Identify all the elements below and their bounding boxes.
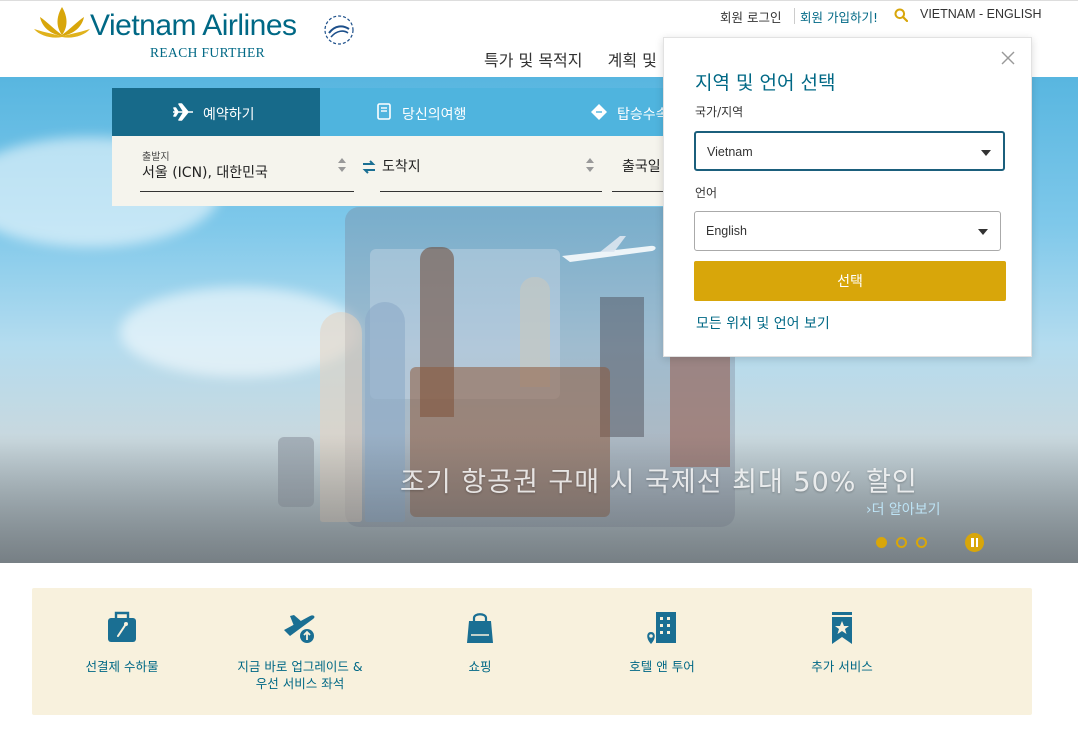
language-label: 언어 <box>695 186 718 200</box>
booking-fields: 출발지 서울 (ICN), 대한민국 도착지 출국일 <box>112 136 672 206</box>
airplane-illustration <box>562 236 656 262</box>
service-shopping[interactable]: 쇼핑 <box>390 588 570 715</box>
luggage-icon <box>108 611 136 642</box>
origin-field[interactable]: 출발지 서울 (ICN), 대한민국 <box>140 152 354 192</box>
tab-check-in-label: 탑승수속 <box>617 107 669 123</box>
hotel-icon <box>647 612 676 644</box>
service-label: 호텔 앤 투어 <box>629 659 695 674</box>
shopping-bag-icon <box>467 613 493 643</box>
sort-arrows-icon <box>338 158 346 172</box>
language-select[interactable]: English <box>694 211 1001 251</box>
slide-dot-1[interactable] <box>876 537 887 548</box>
service-label: 추가 서비스 <box>811 659 873 674</box>
nav-plan[interactable]: 계획 및 <box>608 51 657 70</box>
booking-widget: 예약하기 당신의여행 탑승수속 출발지 서울 (ICN), 대한민국 도착지 출… <box>112 88 672 206</box>
close-icon[interactable] <box>1000 50 1016 66</box>
destination-placeholder: 도착지 <box>382 159 421 175</box>
nav-deals-destinations[interactable]: 특가 및 목적지 <box>484 51 583 70</box>
plane-upgrade-icon <box>284 615 315 643</box>
slide-dot-3[interactable] <box>916 537 927 548</box>
tab-book-label: 예약하기 <box>203 107 255 123</box>
origin-label: 출발지 <box>142 152 170 163</box>
main-navigation: 특가 및 목적지 계획 및 <box>484 47 677 71</box>
ticket-icon <box>591 104 607 120</box>
region-language-selector[interactable]: VIETNAM - ENGLISH <box>920 7 1042 21</box>
book-icon <box>377 103 391 120</box>
skyteam-icon <box>324 15 354 45</box>
services-strip: 선결제 수하물 지금 바로 업그레이드 & 우선 서비스 좌석 쇼핑 호텔 앤 투… <box>32 588 1032 715</box>
hero-learn-more-link[interactable]: ›더 알아보기 <box>866 499 940 519</box>
destination-field[interactable]: 도착지 <box>380 154 602 192</box>
departure-date-placeholder: 출국일 <box>622 159 661 175</box>
caret-down-icon <box>981 150 991 156</box>
vietnam-airlines-logo[interactable]: Vietnam Airlines REACH FURTHER <box>32 3 362 63</box>
language-value: English <box>706 224 747 238</box>
tab-book[interactable]: 예약하기 <box>112 88 320 136</box>
logo-wordmark: Vietnam Airlines <box>90 9 297 42</box>
select-button[interactable]: 선택 <box>694 261 1006 301</box>
search-icon[interactable] <box>894 8 909 25</box>
country-label: 국가/지역 <box>695 105 744 119</box>
join-link[interactable]: 회원 가입하기! <box>800 7 878 26</box>
sort-arrows-icon <box>586 158 594 172</box>
all-locations-link[interactable]: 모든 위치 및 언어 보기 <box>696 313 830 333</box>
tab-your-trip-label: 당신의여행 <box>402 107 467 123</box>
origin-value: 서울 (ICN), 대한민국 <box>142 165 268 181</box>
tab-check-in[interactable]: 탑승수속 <box>528 88 672 136</box>
lotus-icon <box>34 7 90 38</box>
slide-dot-2[interactable] <box>896 537 907 548</box>
service-additional[interactable]: 추가 서비스 <box>752 588 932 715</box>
service-label: 쇼핑 <box>468 659 492 674</box>
service-upgrade[interactable]: 지금 바로 업그레이드 & 우선 서비스 좌석 <box>210 588 390 715</box>
tab-your-trip[interactable]: 당신의여행 <box>320 88 528 136</box>
bookmark-star-icon <box>832 612 852 644</box>
service-prepaid-baggage[interactable]: 선결제 수하물 <box>32 588 212 715</box>
service-label: 선결제 수하물 <box>85 659 159 674</box>
service-hotel-tour[interactable]: 호텔 앤 투어 <box>572 588 752 715</box>
country-value: Vietnam <box>707 145 753 159</box>
divider <box>794 8 795 24</box>
swap-icon[interactable] <box>362 160 376 174</box>
region-language-panel: 지역 및 언어 선택 국가/지역 Vietnam 언어 English 선택 모… <box>663 37 1032 357</box>
country-select[interactable]: Vietnam <box>694 131 1005 171</box>
service-label: 지금 바로 업그레이드 & 우선 서비스 좌석 <box>237 659 363 691</box>
login-link[interactable]: 회원 로그인 <box>720 7 781 26</box>
logo-tagline: REACH FURTHER <box>150 45 266 60</box>
hero-headline: 조기 항공권 구매 시 국제선 최대 50% 할인 <box>400 467 918 498</box>
panel-title: 지역 및 언어 선택 <box>695 72 836 94</box>
caret-down-icon <box>978 229 988 235</box>
pause-icon[interactable] <box>965 533 984 552</box>
airplane-icon <box>173 103 193 121</box>
